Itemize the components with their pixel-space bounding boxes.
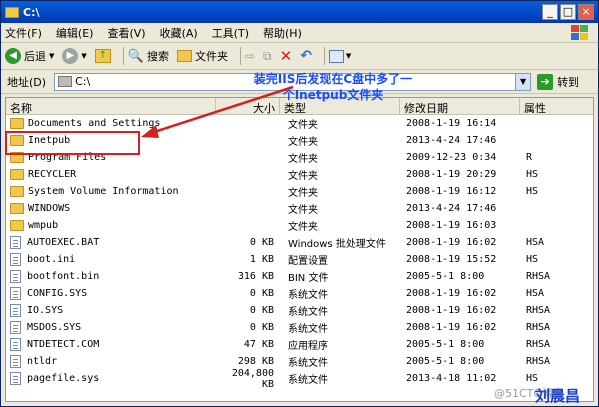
explorer-window: C:\ _ □ × 文件(F) 编辑(E) 查看(V) 收藏(A) 工具(T) … xyxy=(0,0,599,407)
author-signature: 刘晨昌 xyxy=(535,387,581,405)
annotation-arrow xyxy=(141,85,294,138)
annotation-line-1: 装完IIS后发现在C盘中多了一 xyxy=(253,72,413,86)
annotation-line-2: 个Inetpub文件夹 xyxy=(282,88,384,102)
annotation-text: 装完IIS后发现在C盘中多了一 个Inetpub文件夹 xyxy=(233,71,433,103)
